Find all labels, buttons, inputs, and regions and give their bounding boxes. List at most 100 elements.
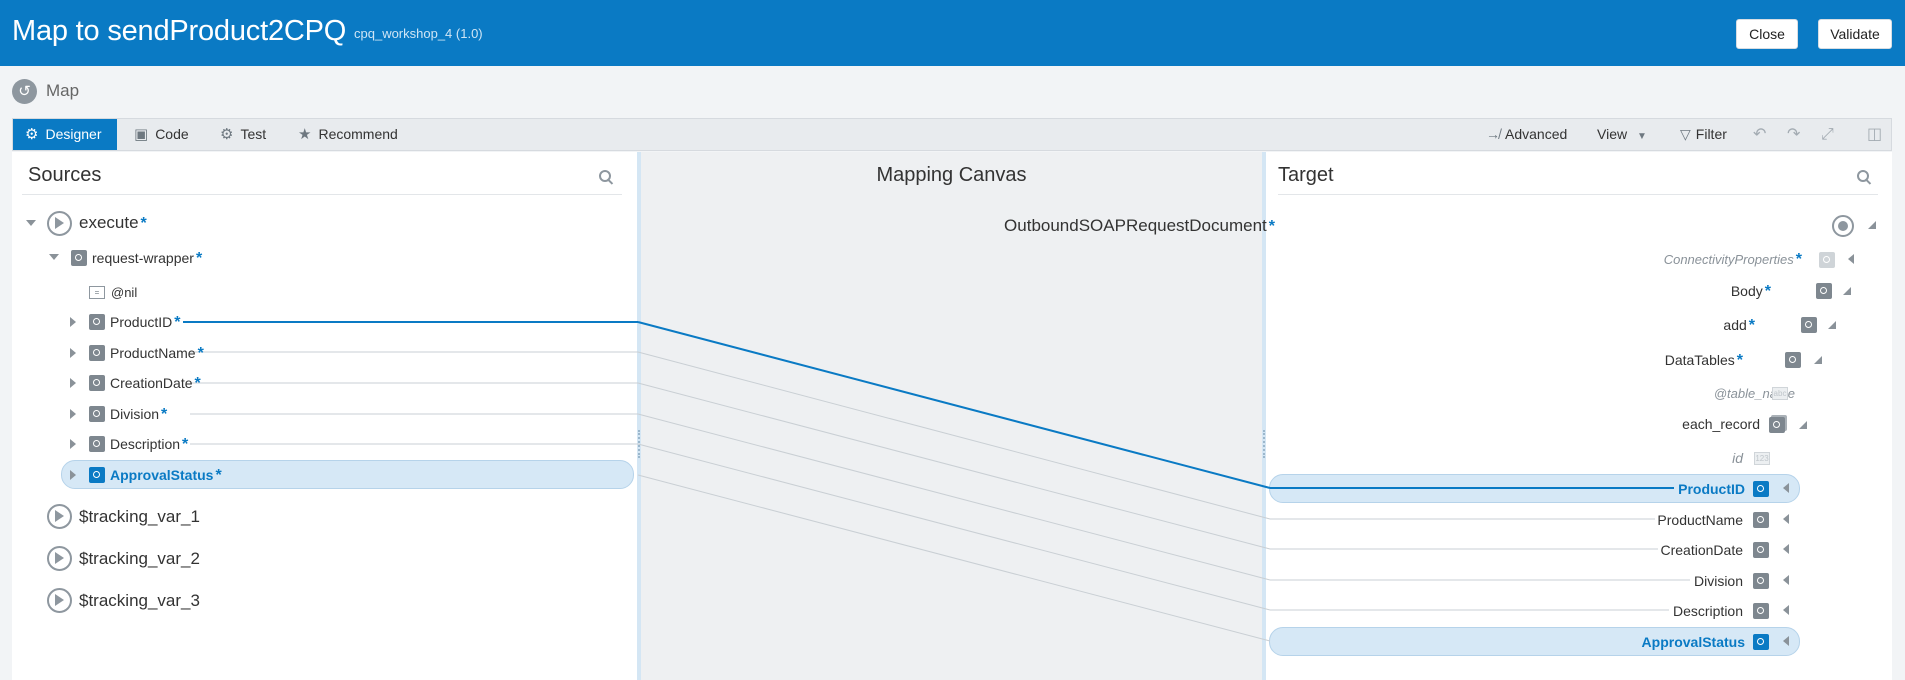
expand-caret[interactable]	[1783, 514, 1789, 524]
collapse-caret[interactable]	[1868, 221, 1876, 229]
source-node-division[interactable]: Division *	[110, 402, 167, 426]
expand-caret[interactable]	[1783, 636, 1789, 646]
tab-test[interactable]: ⚙ Test	[220, 119, 266, 150]
expand-caret[interactable]	[70, 348, 76, 358]
expand-caret[interactable]	[1783, 605, 1789, 615]
view-menu[interactable]: View ▼	[1597, 119, 1647, 150]
undo-icon[interactable]: ↶	[1753, 119, 1766, 150]
source-node-productname[interactable]: ProductName *	[110, 341, 204, 365]
splitter-grip	[1263, 430, 1265, 458]
target-node-division[interactable]: Division	[1694, 569, 1743, 593]
node-label: @nil	[111, 285, 138, 300]
tab-designer-label: Designer	[45, 126, 102, 142]
node-label: Description	[1672, 603, 1743, 619]
advanced-button[interactable]: ↛ Advanced	[1486, 119, 1567, 150]
source-node-productid[interactable]: ProductID *	[110, 310, 180, 334]
element-icon	[1753, 481, 1769, 497]
expand-caret[interactable]	[70, 409, 76, 419]
element-icon	[1753, 542, 1769, 558]
tab-designer[interactable]: ⚙ Designer	[13, 119, 117, 150]
filter-button[interactable]: ▽ Filter	[1680, 119, 1727, 150]
target-search-icon[interactable]	[1857, 170, 1871, 184]
source-node-tracking-var-3[interactable]: $tracking_var_3	[79, 589, 200, 613]
source-node-approvalstatus[interactable]: ApprovalStatus *	[110, 463, 222, 487]
source-node-nil[interactable]: @nil	[111, 281, 137, 305]
target-node-creationdate[interactable]: CreationDate	[1661, 538, 1744, 562]
designer-icon: ⚙	[25, 126, 39, 143]
node-label: Body	[1730, 283, 1763, 299]
repeating-element-icon	[1769, 417, 1785, 433]
page-title: Map to sendProduct2CPQ	[12, 15, 347, 47]
required-marker: *	[194, 375, 201, 392]
expand-caret[interactable]	[70, 378, 76, 388]
node-label: ProductName	[1657, 512, 1743, 528]
view-label: View	[1597, 126, 1628, 142]
node-label: $tracking_var_2	[79, 549, 200, 568]
node-label: ConnectivityProperties	[1663, 252, 1794, 267]
source-node-request-wrapper[interactable]: request-wrapper *	[92, 246, 202, 270]
required-marker: *	[1764, 283, 1771, 300]
collapse-caret[interactable]	[49, 254, 59, 260]
node-label: add	[1723, 317, 1747, 333]
expand-caret[interactable]	[1783, 575, 1789, 585]
expand-caret[interactable]	[1848, 254, 1854, 264]
required-marker: *	[182, 436, 189, 453]
node-label: Description	[110, 436, 181, 452]
expand-caret[interactable]	[70, 470, 76, 480]
validate-button[interactable]: Validate	[1818, 19, 1892, 49]
required-marker: *	[1795, 251, 1802, 268]
collapse-caret[interactable]	[1843, 287, 1851, 295]
collapse-caret[interactable]	[1828, 321, 1836, 329]
source-node-creationdate[interactable]: CreationDate *	[110, 371, 201, 395]
left-splitter[interactable]	[637, 152, 641, 680]
collapse-caret[interactable]	[26, 220, 36, 226]
tab-code[interactable]: ▣ Code	[134, 119, 189, 150]
expand-caret[interactable]	[1783, 483, 1789, 493]
expand-caret[interactable]	[70, 439, 76, 449]
required-marker: *	[1748, 317, 1755, 334]
panel-toggle-icon[interactable]: ◫	[1867, 119, 1882, 150]
target-node-body[interactable]: Body *	[1731, 279, 1771, 303]
required-marker: *	[1736, 352, 1743, 369]
target-node-approvalstatus[interactable]: ApprovalStatus	[1642, 630, 1745, 654]
target-node-productname[interactable]: ProductName	[1657, 508, 1743, 532]
sources-search-icon[interactable]	[599, 170, 613, 184]
node-label: id	[1732, 450, 1743, 466]
node-label: request-wrapper	[92, 250, 194, 266]
source-node-tracking-var-2[interactable]: $tracking_var_2	[79, 547, 200, 571]
target-node-outboundsoaprequestdocument[interactable]: OutboundSOAPRequestDocument *	[1004, 214, 1275, 238]
element-icon	[71, 250, 87, 266]
redo-icon[interactable]: ↷	[1787, 119, 1800, 150]
element-icon	[1801, 317, 1817, 333]
target-node-description[interactable]: Description	[1673, 599, 1743, 623]
source-node-tracking-var-1[interactable]: $tracking_var_1	[79, 505, 200, 529]
target-node-datatables[interactable]: DataTables *	[1665, 348, 1743, 372]
source-node-execute[interactable]: execute *	[79, 211, 147, 235]
close-button[interactable]: Close	[1736, 19, 1798, 49]
target-node-id[interactable]: id	[1732, 446, 1743, 470]
divider	[1278, 194, 1878, 195]
element-icon	[89, 467, 105, 483]
node-label: $tracking_var_1	[79, 507, 200, 526]
expand-caret[interactable]	[1783, 544, 1789, 554]
required-marker: *	[215, 467, 222, 484]
target-node-connectivityproperties[interactable]: ConnectivityProperties *	[1664, 248, 1802, 272]
target-node-each-record[interactable]: each_record	[1682, 412, 1760, 436]
element-icon	[1819, 252, 1835, 268]
operation-icon	[47, 211, 72, 236]
expand-icon[interactable]: ⤢	[1821, 119, 1834, 150]
collapse-caret[interactable]	[1799, 421, 1807, 429]
element-icon	[1785, 352, 1801, 368]
required-marker: *	[197, 345, 204, 362]
collapse-caret[interactable]	[1814, 356, 1822, 364]
target-node-productid[interactable]: ProductID	[1678, 477, 1745, 501]
expand-caret[interactable]	[70, 317, 76, 327]
tab-recommend[interactable]: ★ Recommend	[298, 119, 398, 150]
target-node-add[interactable]: add *	[1723, 313, 1755, 337]
gear-icon: ⚙	[220, 126, 234, 143]
source-node-description[interactable]: Description *	[110, 432, 188, 456]
element-icon	[1753, 603, 1769, 619]
sources-title: Sources	[28, 164, 102, 186]
element-icon	[89, 375, 105, 391]
tab-test-label: Test	[240, 126, 267, 142]
